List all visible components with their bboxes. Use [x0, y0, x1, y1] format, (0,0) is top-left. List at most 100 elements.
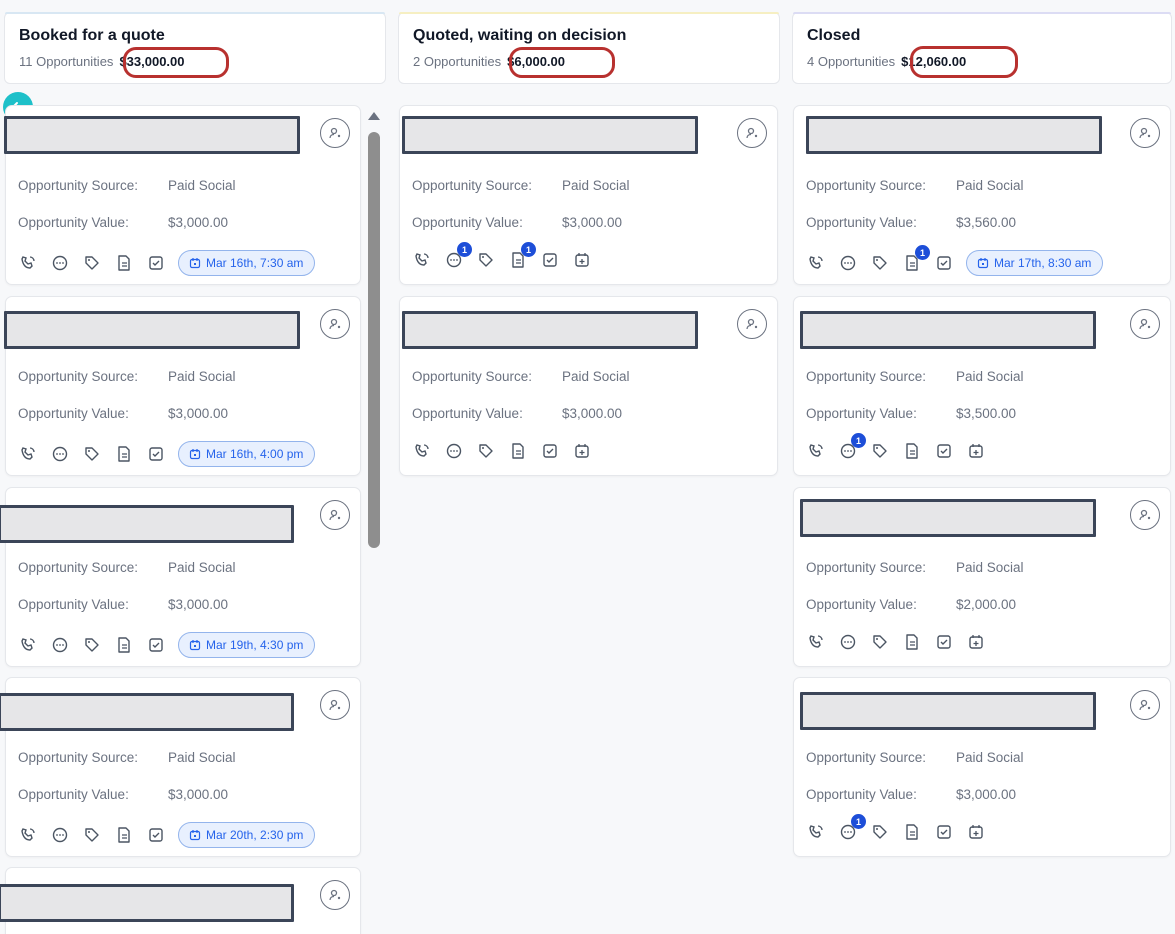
task-icon[interactable]	[934, 441, 954, 461]
tag-icon[interactable]	[870, 253, 890, 273]
opportunity-card[interactable]: Opportunity Source: Paid Social Opportuni…	[793, 296, 1171, 476]
tag-icon[interactable]	[82, 444, 102, 464]
task-icon[interactable]	[934, 253, 954, 273]
appointment-pill[interactable]: Mar 17th, 8:30 am	[966, 250, 1104, 276]
opportunity-card[interactable]: Opportunity Source: Paid Social Opportuni…	[399, 296, 778, 476]
note-icon[interactable]: 1	[508, 242, 536, 270]
assign-user-button[interactable]	[737, 309, 767, 339]
phone-icon[interactable]	[18, 253, 38, 273]
opportunity-card[interactable]: Opportunity Source: Paid Social Opportuni…	[793, 677, 1171, 857]
phone-icon[interactable]	[18, 444, 38, 464]
opportunity-card[interactable]: Opportunity Source: Paid Social Opportuni…	[0, 677, 361, 857]
tag-icon[interactable]	[870, 632, 890, 652]
assign-user-button[interactable]	[737, 118, 767, 148]
opportunity-card[interactable]: Opportunity Source: Paid Social Opportuni…	[0, 487, 361, 667]
assign-user-button[interactable]	[320, 118, 350, 148]
note-icon[interactable]	[114, 253, 134, 273]
note-icon[interactable]	[902, 441, 922, 461]
note-icon[interactable]	[114, 444, 134, 464]
assign-user-button[interactable]	[1130, 309, 1160, 339]
phone-icon[interactable]	[412, 250, 432, 270]
task-icon[interactable]	[146, 825, 166, 845]
note-icon[interactable]	[902, 822, 922, 842]
message-icon[interactable]: 1	[838, 433, 866, 461]
task-icon[interactable]	[934, 822, 954, 842]
appointment-pill[interactable]: Mar 19th, 4:30 pm	[178, 632, 316, 658]
scrollbar-thumb[interactable]	[368, 132, 380, 548]
tag-icon[interactable]	[82, 825, 102, 845]
phone-icon[interactable]	[18, 825, 38, 845]
phone-icon[interactable]	[806, 632, 826, 652]
message-icon[interactable]	[838, 632, 858, 652]
calendar-add-icon[interactable]	[572, 250, 592, 270]
column-accent-bar	[399, 12, 779, 14]
appointment-pill[interactable]: Mar 16th, 7:30 am	[178, 250, 316, 276]
source-value: Paid Social	[562, 178, 630, 193]
phone-icon[interactable]	[806, 822, 826, 842]
user-assign-icon	[1139, 127, 1151, 139]
source-value: Paid Social	[956, 560, 1024, 575]
tag-icon[interactable]	[476, 250, 496, 270]
source-value: Paid Social	[168, 560, 236, 575]
assign-user-button[interactable]	[1130, 500, 1160, 530]
appointment-pill[interactable]: Mar 16th, 4:00 pm	[178, 441, 316, 467]
assign-user-button[interactable]	[320, 500, 350, 530]
phone-icon[interactable]	[412, 441, 432, 461]
task-icon[interactable]	[934, 632, 954, 652]
message-icon[interactable]	[50, 635, 70, 655]
message-icon[interactable]	[50, 253, 70, 273]
assign-user-button[interactable]	[320, 309, 350, 339]
note-icon[interactable]: 1	[902, 245, 930, 273]
note-icon[interactable]	[902, 632, 922, 652]
message-icon[interactable]	[50, 444, 70, 464]
calendar-add-icon[interactable]	[572, 441, 592, 461]
assign-user-button[interactable]	[1130, 690, 1160, 720]
opportunity-card[interactable]: Opportunity Source: Paid Social Opportuni…	[4, 105, 361, 285]
tag-icon[interactable]	[82, 253, 102, 273]
phone-icon[interactable]	[806, 253, 826, 273]
tag-icon[interactable]	[476, 441, 496, 461]
calendar-add-icon[interactable]	[966, 632, 986, 652]
message-count-badge: 1	[457, 242, 472, 257]
column-title: Closed	[807, 27, 861, 44]
opportunity-card[interactable]: Opportunity Source: Paid Social Opportuni…	[793, 487, 1171, 667]
column-count: 4 Opportunities	[807, 54, 896, 69]
task-icon[interactable]	[540, 441, 560, 461]
message-icon[interactable]	[444, 441, 464, 461]
note-icon[interactable]	[114, 635, 134, 655]
tag-icon[interactable]	[82, 635, 102, 655]
assign-user-button[interactable]	[320, 690, 350, 720]
phone-icon[interactable]	[18, 635, 38, 655]
highlight-ring	[910, 46, 1018, 78]
source-label: Opportunity Source:	[18, 369, 139, 384]
assign-user-button[interactable]	[1130, 118, 1160, 148]
assign-user-button[interactable]	[320, 880, 350, 910]
message-icon[interactable]	[838, 253, 858, 273]
scroll-up-arrow[interactable]	[368, 112, 380, 120]
redacted-contact-name	[0, 693, 294, 731]
opportunity-card[interactable]: Opportunity Source: Paid Social Opportuni…	[399, 105, 778, 285]
appointment-pill[interactable]: Mar 20th, 2:30 pm	[178, 822, 316, 848]
tag-icon[interactable]	[870, 822, 890, 842]
note-icon[interactable]	[114, 825, 134, 845]
redacted-contact-name	[800, 692, 1096, 730]
opportunity-value: $3,000.00	[168, 406, 229, 421]
calendar-add-icon[interactable]	[966, 822, 986, 842]
redacted-contact-name	[4, 311, 300, 349]
opportunity-card[interactable]	[0, 867, 361, 934]
opportunity-card[interactable]: Opportunity Source: Paid Social Opportuni…	[4, 296, 361, 476]
note-icon[interactable]	[508, 441, 528, 461]
task-icon[interactable]	[146, 635, 166, 655]
opportunity-card[interactable]: Opportunity Source: Paid Social Opportuni…	[793, 105, 1171, 285]
message-icon[interactable]: 1	[444, 242, 472, 270]
task-icon[interactable]	[540, 250, 560, 270]
calendar-add-icon[interactable]	[966, 441, 986, 461]
message-icon[interactable]	[50, 825, 70, 845]
task-icon[interactable]	[146, 253, 166, 273]
redacted-contact-name	[402, 116, 698, 154]
phone-icon[interactable]	[806, 441, 826, 461]
tag-icon[interactable]	[870, 441, 890, 461]
message-icon[interactable]: 1	[838, 814, 866, 842]
message-count-badge: 1	[851, 814, 866, 829]
task-icon[interactable]	[146, 444, 166, 464]
